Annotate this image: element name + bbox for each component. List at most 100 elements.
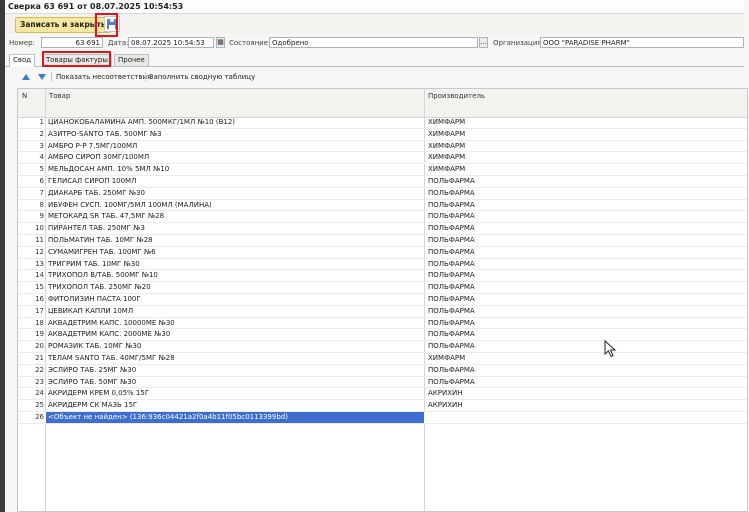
table-row[interactable]: 2 АЗИТРО-SANTO ТАБ. 500МГ №3 ХИМФАРМ bbox=[18, 129, 747, 141]
manufacturer-cell[interactable]: ПОЛЬФАРМА bbox=[428, 341, 728, 352]
table-row[interactable]: 7 ДИАКАРБ ТАБ. 250МГ №30 ПОЛЬФАРМА bbox=[18, 188, 747, 200]
product-cell[interactable]: РОМАЗИК ТАБ. 10МГ №30 bbox=[48, 341, 422, 352]
manufacturer-cell[interactable]: ПОЛЬФАРМА bbox=[428, 223, 728, 234]
manufacturer-cell[interactable]: ПОЛЬФАРМА bbox=[428, 306, 728, 317]
row-number: 20 bbox=[35, 342, 44, 351]
column-header-n[interactable]: N bbox=[22, 92, 27, 100]
product-cell[interactable]: <Объект не найден> (136:936c04421a2f0a4b… bbox=[46, 411, 424, 423]
product-cell[interactable]: ФИТОЛИЗИН ПАСТА 100Г bbox=[48, 294, 422, 305]
manufacturer-cell[interactable]: ПОЛЬФАРМА bbox=[428, 294, 728, 305]
product-cell[interactable]: ЭСЛИРО ТАБ. 25МГ №30 bbox=[48, 365, 422, 376]
tab-other[interactable]: Прочее bbox=[114, 54, 149, 66]
table-row[interactable]: 5 МЕЛЬДОСАН АМП. 10% 5МЛ №10 ХИМФАРМ bbox=[18, 164, 747, 176]
manufacturer-cell[interactable]: ПОЛЬФАРМА bbox=[428, 188, 728, 199]
tab-summary[interactable]: Свод bbox=[9, 54, 36, 67]
product-cell[interactable]: АКРИДЕРМ КРЕМ 0,05% 15Г bbox=[48, 388, 422, 399]
move-down-button[interactable] bbox=[36, 72, 47, 82]
table-row[interactable]: 6 ГЕЛИСАЛ СИРОП 100МЛ ПОЛЬФАРМА bbox=[18, 176, 747, 188]
number-field[interactable]: 63 691 bbox=[41, 37, 103, 48]
product-cell[interactable]: АМБРО СИРОП 30МГ/100МЛ bbox=[48, 152, 422, 163]
table-row[interactable]: 16 ФИТОЛИЗИН ПАСТА 100Г ПОЛЬФАРМА bbox=[18, 294, 747, 306]
move-up-button[interactable] bbox=[20, 72, 31, 82]
table-row[interactable]: 23 ЭСЛИРО ТАБ. 50МГ №30 ПОЛЬФАРМА bbox=[18, 377, 747, 389]
product-cell[interactable]: АКВАДЕТРИМ КАПС. 2000МЕ №30 bbox=[48, 329, 422, 340]
table-row[interactable]: 9 МЕТОКАРД SR ТАБ. 47,5МГ №28 ПОЛЬФАРМА bbox=[18, 211, 747, 224]
manufacturer-cell[interactable]: ХИМФАРМ bbox=[428, 164, 728, 175]
table-row[interactable]: 14 ТРИХОПОЛ В/ТАБ. 500МГ №10 ПОЛЬФАРМА bbox=[18, 270, 747, 283]
manufacturer-cell[interactable]: ПОЛЬФАРМА bbox=[428, 282, 728, 293]
manufacturer-cell[interactable]: АКРИХИН bbox=[428, 388, 728, 399]
product-cell[interactable]: ТРИХОПОЛ ТАБ. 250МГ №20 bbox=[48, 282, 422, 293]
table-row[interactable]: 20 РОМАЗИК ТАБ. 10МГ №30 ПОЛЬФАРМА bbox=[18, 341, 747, 353]
table-row[interactable]: 8 ИБУФЕН СУСП. 100МГ/5МЛ 100МЛ (МАЛИНА) ПО… bbox=[18, 200, 747, 212]
product-cell[interactable]: ЭСЛИРО ТАБ. 50МГ №30 bbox=[48, 377, 422, 388]
table-row[interactable]: 4 АМБРО СИРОП 30МГ/100МЛ ХИМФАРМ bbox=[18, 152, 747, 165]
product-cell[interactable]: ПИРАНТЕЛ ТАБ. 250МГ №3 bbox=[48, 223, 422, 234]
fill-summary-table-button[interactable]: Заполнить сводную таблицу bbox=[149, 73, 255, 81]
table-row[interactable]: 11 ПОЛЬМАТИН ТАБ. 10МГ №28 ПОЛЬФАРМА bbox=[18, 235, 747, 247]
calendar-icon[interactable]: ▦ bbox=[216, 37, 225, 48]
manufacturer-cell[interactable]: ПОЛЬФАРМА bbox=[428, 176, 728, 187]
manufacturer-cell[interactable]: ПОЛЬФАРМА bbox=[428, 318, 728, 329]
product-cell[interactable]: МЕТОКАРД SR ТАБ. 47,5МГ №28 bbox=[48, 211, 422, 222]
row-number: 9 bbox=[39, 212, 44, 221]
manufacturer-cell[interactable]: ХИМФАРМ bbox=[428, 117, 728, 128]
table-row[interactable]: 10 ПИРАНТЕЛ ТАБ. 250МГ №3 ПОЛЬФАРМА bbox=[18, 223, 747, 235]
product-cell[interactable]: ТРИХОПОЛ В/ТАБ. 500МГ №10 bbox=[48, 270, 422, 281]
date-field[interactable]: 08.07.2025 10:54:53 bbox=[128, 37, 214, 48]
table-header: N Товар Производитель bbox=[18, 89, 747, 118]
manufacturer-cell[interactable]: ХИМФАРМ bbox=[428, 353, 728, 364]
summary-table[interactable]: N Товар Производитель 1 ЦИАНОКОБАЛАМИНА А… bbox=[17, 88, 748, 512]
product-cell[interactable]: МЕЛЬДОСАН АМП. 10% 5МЛ №10 bbox=[48, 164, 422, 175]
column-header-product[interactable]: Товар bbox=[49, 92, 70, 100]
state-field[interactable]: Одобрено bbox=[269, 37, 478, 48]
table-row[interactable]: 21 ТЕЛАМ SANTO ТАБ. 40МГ/5МГ №28 ХИМФАРМ bbox=[18, 353, 747, 365]
product-cell[interactable]: ИБУФЕН СУСП. 100МГ/5МЛ 100МЛ (МАЛИНА) bbox=[48, 200, 422, 211]
table-row[interactable]: 15 ТРИХОПОЛ ТАБ. 250МГ №20 ПОЛЬФАРМА bbox=[18, 282, 747, 294]
table-row[interactable]: 22 ЭСЛИРО ТАБ. 25МГ №30 ПОЛЬФАРМА bbox=[18, 365, 747, 377]
manufacturer-cell[interactable]: ПОЛЬФАРМА bbox=[428, 211, 728, 222]
manufacturer-cell[interactable]: ПОЛЬФАРМА bbox=[428, 247, 728, 258]
manufacturer-cell[interactable]: ХИМФАРМ bbox=[428, 152, 728, 163]
product-cell[interactable]: ЦИАНОКОБАЛАМИНА АМП. 500МКГ/1МЛ №10 (B12… bbox=[48, 117, 422, 128]
table-row[interactable]: 26 <Объект не найден> (136:936c04421a2f0a… bbox=[18, 411, 747, 424]
manufacturer-cell[interactable]: ХИМФАРМ bbox=[428, 129, 728, 140]
product-cell[interactable]: СУМАМИГРЕН ТАБ. 100МГ №6 bbox=[48, 247, 422, 258]
table-row[interactable]: 3 АМБРО Р-Р 7,5МГ/100МЛ ХИМФАРМ bbox=[18, 141, 747, 153]
product-cell[interactable]: ТЕЛАМ SANTO ТАБ. 40МГ/5МГ №28 bbox=[48, 353, 422, 364]
table-row[interactable]: 19 АКВАДЕТРИМ КАПС. 2000МЕ №30 ПОЛЬФАРМА bbox=[18, 329, 747, 342]
table-row[interactable]: 24 АКРИДЕРМ КРЕМ 0,05% 15Г АКРИХИН bbox=[18, 388, 747, 401]
row-number: 19 bbox=[35, 330, 44, 339]
product-cell[interactable]: ГЕЛИСАЛ СИРОП 100МЛ bbox=[48, 176, 422, 187]
manufacturer-cell[interactable]: АКРИХИН bbox=[428, 400, 728, 411]
manufacturer-cell[interactable]: ХИМФАРМ bbox=[428, 141, 728, 152]
table-row[interactable]: 17 ЦЕВИКАП КАПЛИ 10МЛ ПОЛЬФАРМА bbox=[18, 306, 747, 318]
show-mismatches-button[interactable]: Показать несоответствия bbox=[56, 73, 151, 81]
highlight-save-button bbox=[95, 13, 118, 37]
state-select-button[interactable]: ... bbox=[479, 37, 488, 48]
product-cell[interactable]: АЗИТРО-SANTO ТАБ. 500МГ №3 bbox=[48, 129, 422, 140]
product-cell[interactable]: ТРИГРИМ ТАБ. 10МГ №30 bbox=[48, 259, 422, 270]
product-cell[interactable]: ЦЕВИКАП КАПЛИ 10МЛ bbox=[48, 306, 422, 317]
row-number: 13 bbox=[35, 259, 44, 268]
product-cell[interactable]: ПОЛЬМАТИН ТАБ. 10МГ №28 bbox=[48, 235, 422, 246]
manufacturer-cell[interactable]: ПОЛЬФАРМА bbox=[428, 365, 728, 376]
table-row[interactable]: 18 АКВАДЕТРИМ КАПС. 10000МЕ №30 ПОЛЬФАРМА bbox=[18, 318, 747, 330]
manufacturer-cell[interactable]: ПОЛЬФАРМА bbox=[428, 270, 728, 281]
column-header-manufacturer[interactable]: Производитель bbox=[428, 92, 485, 100]
table-row[interactable]: 13 ТРИГРИМ ТАБ. 10МГ №30 ПОЛЬФАРМА bbox=[18, 259, 747, 271]
organization-field[interactable]: ООО "PARADISE PHARM" bbox=[540, 37, 744, 48]
manufacturer-cell[interactable]: ПОЛЬФАРМА bbox=[428, 235, 728, 246]
toolbar-separator bbox=[51, 72, 52, 82]
manufacturer-cell[interactable]: ПОЛЬФАРМА bbox=[428, 259, 728, 270]
product-cell[interactable]: ДИАКАРБ ТАБ. 250МГ №30 bbox=[48, 188, 422, 199]
manufacturer-cell[interactable]: ПОЛЬФАРМА bbox=[428, 200, 728, 211]
product-cell[interactable]: АКВАДЕТРИМ КАПС. 10000МЕ №30 bbox=[48, 318, 422, 329]
product-cell[interactable]: АМБРО Р-Р 7,5МГ/100МЛ bbox=[48, 141, 422, 152]
table-row[interactable]: 1 ЦИАНОКОБАЛАМИНА АМП. 500МКГ/1МЛ №10 (B1… bbox=[18, 117, 747, 129]
product-cell[interactable]: АКРИДЕРМ СК МАЗЬ 15Г bbox=[48, 400, 422, 411]
manufacturer-cell[interactable]: ПОЛЬФАРМА bbox=[428, 377, 728, 388]
table-row[interactable]: 25 АКРИДЕРМ СК МАЗЬ 15Г АКРИХИН bbox=[18, 400, 747, 412]
manufacturer-cell[interactable]: ПОЛЬФАРМА bbox=[428, 329, 728, 340]
table-row[interactable]: 12 СУМАМИГРЕН ТАБ. 100МГ №6 ПОЛЬФАРМА bbox=[18, 247, 747, 259]
